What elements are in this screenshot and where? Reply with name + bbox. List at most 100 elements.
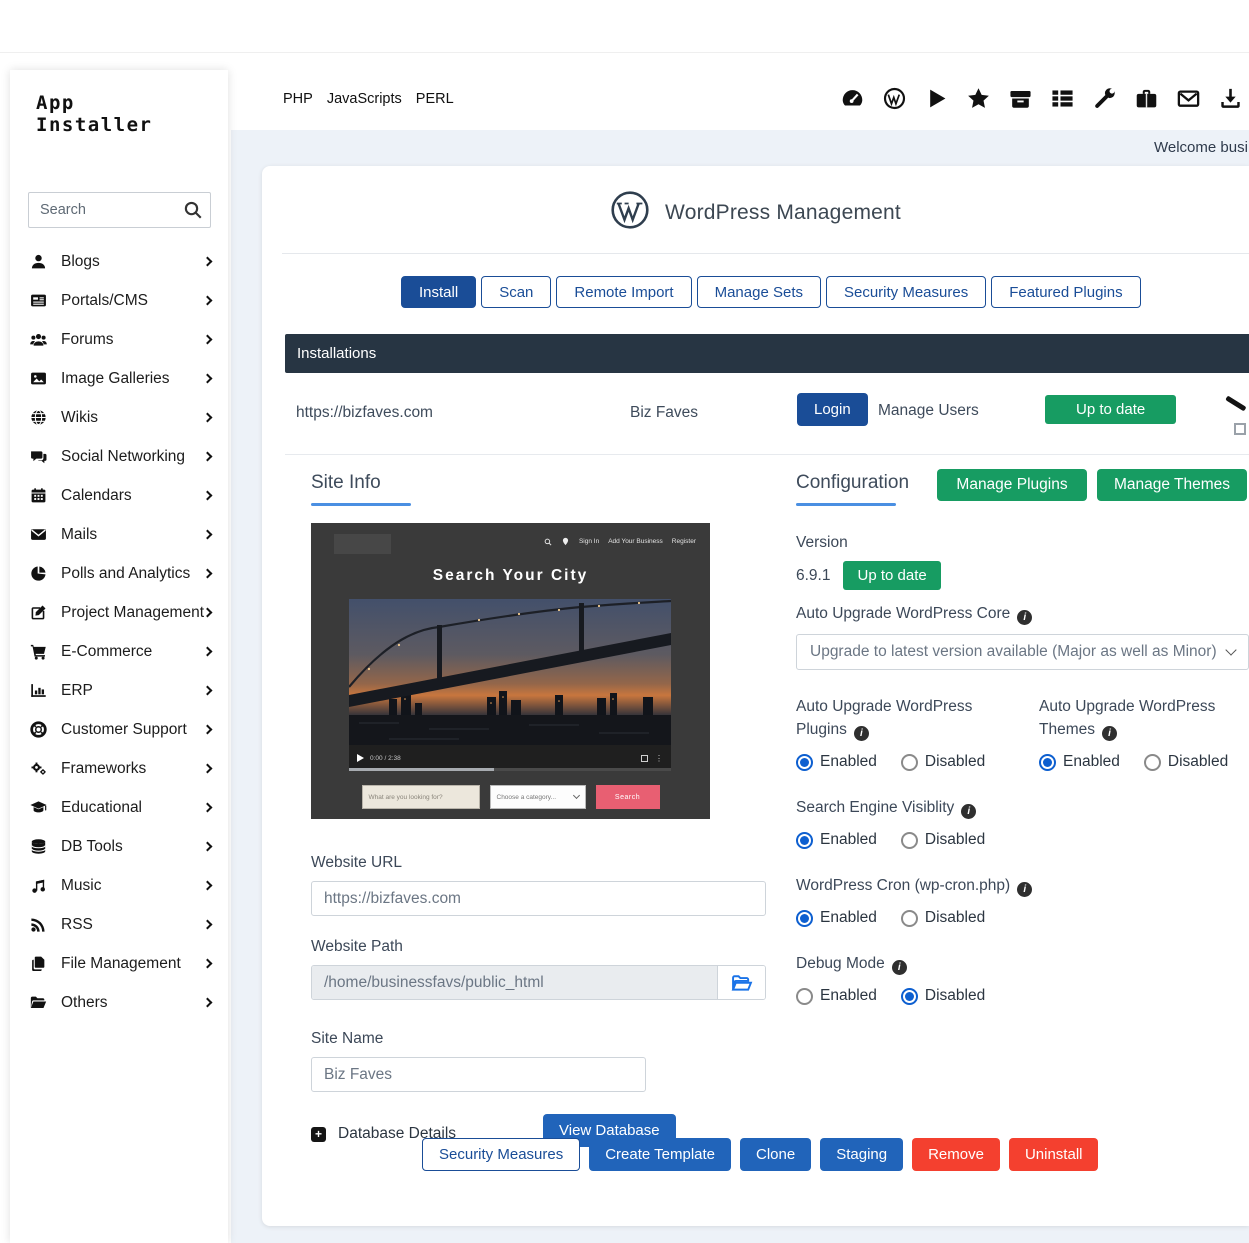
sidebar-item-customer-support[interactable]: Customer Support <box>10 710 228 749</box>
tab-manage-sets[interactable]: Manage Sets <box>697 276 821 308</box>
sidebar-item-image-galleries[interactable]: Image Galleries <box>10 359 228 398</box>
debug-enabled-radio[interactable]: Enabled <box>796 987 877 1005</box>
list-icon[interactable] <box>1051 87 1074 110</box>
sidebar-item-rss[interactable]: RSS <box>10 905 228 944</box>
clone-button[interactable]: Clone <box>740 1138 811 1171</box>
chevron-right-icon <box>203 842 213 852</box>
info-icon[interactable] <box>1017 882 1032 897</box>
installation-url[interactable]: https://bizfaves.com <box>296 404 433 422</box>
bar-chart-icon <box>30 682 48 700</box>
preview-nav: Sign In Add Your Business Register <box>544 537 696 546</box>
up-to-date-button[interactable]: Up to date <box>1045 395 1176 424</box>
themes-enabled-radio[interactable]: Enabled <box>1039 753 1120 771</box>
manage-plugins-button[interactable]: Manage Plugins <box>937 469 1087 501</box>
create-template-button[interactable]: Create Template <box>589 1138 731 1171</box>
wordpress-icon[interactable] <box>883 87 906 110</box>
sidebar-item-social-networking[interactable]: Social Networking <box>10 437 228 476</box>
pen-square-icon <box>30 604 48 622</box>
sidebar: App Installer Blogs Portals/CMS Forums I… <box>10 70 228 1243</box>
sidebar-item-blogs[interactable]: Blogs <box>10 242 228 281</box>
preview-bridge-image <box>349 599 671 745</box>
website-url-input[interactable] <box>311 881 766 916</box>
website-path-input[interactable] <box>312 966 717 999</box>
sidebar-item-label: Wikis <box>61 409 98 427</box>
plugins-disabled-radio[interactable]: Disabled <box>901 753 985 771</box>
browse-folder-button[interactable] <box>717 966 765 999</box>
security-measures-button[interactable]: Security Measures <box>422 1138 580 1171</box>
option-wordpress-cron: WordPress Cron (wp-cron.php) Enabled Dis… <box>796 874 1249 927</box>
site-preview-thumbnail: Sign In Add Your Business Register Searc… <box>311 523 710 819</box>
cron-enabled-radio[interactable]: Enabled <box>796 909 877 927</box>
edit-tool-icon[interactable] <box>1225 397 1249 437</box>
mail-icon[interactable] <box>1177 87 1200 110</box>
sidebar-item-music[interactable]: Music <box>10 866 228 905</box>
play-icon[interactable] <box>925 87 948 110</box>
info-icon[interactable] <box>892 960 907 975</box>
staging-button[interactable]: Staging <box>820 1138 903 1171</box>
chevron-right-icon <box>203 686 213 696</box>
sidebar-item-frameworks[interactable]: Frameworks <box>10 749 228 788</box>
briefcase-icon[interactable] <box>1135 87 1158 110</box>
tab-security-measures[interactable]: Security Measures <box>826 276 986 308</box>
info-icon[interactable] <box>1102 726 1117 741</box>
remove-button[interactable]: Remove <box>912 1138 1000 1171</box>
site-name-input[interactable] <box>311 1057 646 1092</box>
manage-themes-button[interactable]: Manage Themes <box>1097 469 1247 501</box>
tab-scan[interactable]: Scan <box>481 276 551 308</box>
sidebar-item-portals-cms[interactable]: Portals/CMS <box>10 281 228 320</box>
sidebar-item-educational[interactable]: Educational <box>10 788 228 827</box>
tab-featured-plugins[interactable]: Featured Plugins <box>991 276 1140 308</box>
login-button[interactable]: Login <box>797 393 868 426</box>
sidebar-item-others[interactable]: Others <box>10 983 228 1022</box>
sidebar-item-polls-analytics[interactable]: Polls and Analytics <box>10 554 228 593</box>
plugins-enabled-radio[interactable]: Enabled <box>796 753 877 771</box>
wordpress-logo-icon <box>610 190 650 235</box>
sev-enabled-radio[interactable]: Enabled <box>796 831 877 849</box>
sidebar-item-label: DB Tools <box>61 838 123 856</box>
download-icon[interactable] <box>1219 87 1242 110</box>
info-icon[interactable] <box>961 804 976 819</box>
preview-category-select: Choose a category... <box>490 785 586 809</box>
sidebar-item-erp[interactable]: ERP <box>10 671 228 710</box>
uninstall-button[interactable]: Uninstall <box>1009 1138 1099 1171</box>
expand-plus-icon[interactable] <box>311 1127 326 1142</box>
content-area: Welcome busi WordPress Management Instal… <box>231 130 1249 1243</box>
star-icon[interactable] <box>967 87 990 110</box>
dashboard-icon[interactable] <box>841 87 864 110</box>
core-upgrade-select[interactable]: Upgrade to latest version available (Maj… <box>796 634 1249 670</box>
tab-install[interactable]: Install <box>401 276 476 308</box>
nav-php[interactable]: PHP <box>283 91 313 107</box>
sidebar-item-mails[interactable]: Mails <box>10 515 228 554</box>
configuration-underline <box>796 503 896 506</box>
sidebar-item-ecommerce[interactable]: E-Commerce <box>10 632 228 671</box>
sidebar-item-forums[interactable]: Forums <box>10 320 228 359</box>
sidebar-item-label: Project Management <box>61 604 204 622</box>
manage-users-link[interactable]: Manage Users <box>878 402 979 420</box>
sidebar-item-project-management[interactable]: Project Management <box>10 593 228 632</box>
archive-icon[interactable] <box>1009 87 1032 110</box>
preview-video-time: 0:00 / 2:38 <box>370 755 401 762</box>
themes-disabled-radio[interactable]: Disabled <box>1144 753 1228 771</box>
wordpress-management-panel: WordPress Management Install Scan Remote… <box>262 166 1249 1226</box>
sidebar-item-label: Blogs <box>61 253 100 271</box>
cron-disabled-radio[interactable]: Disabled <box>901 909 985 927</box>
search-icon <box>183 200 203 225</box>
sidebar-item-file-management[interactable]: File Management <box>10 944 228 983</box>
info-icon[interactable] <box>1017 610 1032 625</box>
info-icon[interactable] <box>854 726 869 741</box>
nav-perl[interactable]: PERL <box>416 91 454 107</box>
tab-remote-import[interactable]: Remote Import <box>556 276 691 308</box>
sidebar-item-wikis[interactable]: Wikis <box>10 398 228 437</box>
sidebar-item-calendars[interactable]: Calendars <box>10 476 228 515</box>
sev-disabled-radio[interactable]: Disabled <box>901 831 985 849</box>
nav-javascripts[interactable]: JavaScripts <box>327 91 402 107</box>
preview-sign-in: Sign In <box>579 538 599 545</box>
sidebar-item-db-tools[interactable]: DB Tools <box>10 827 228 866</box>
envelope-icon <box>30 526 48 544</box>
preview-register: Register <box>672 538 696 545</box>
chevron-right-icon <box>203 803 213 813</box>
wrench-icon[interactable] <box>1093 87 1116 110</box>
version-up-to-date-button[interactable]: Up to date <box>843 561 940 590</box>
debug-disabled-radio[interactable]: Disabled <box>901 987 985 1005</box>
chevron-right-icon <box>203 569 213 579</box>
